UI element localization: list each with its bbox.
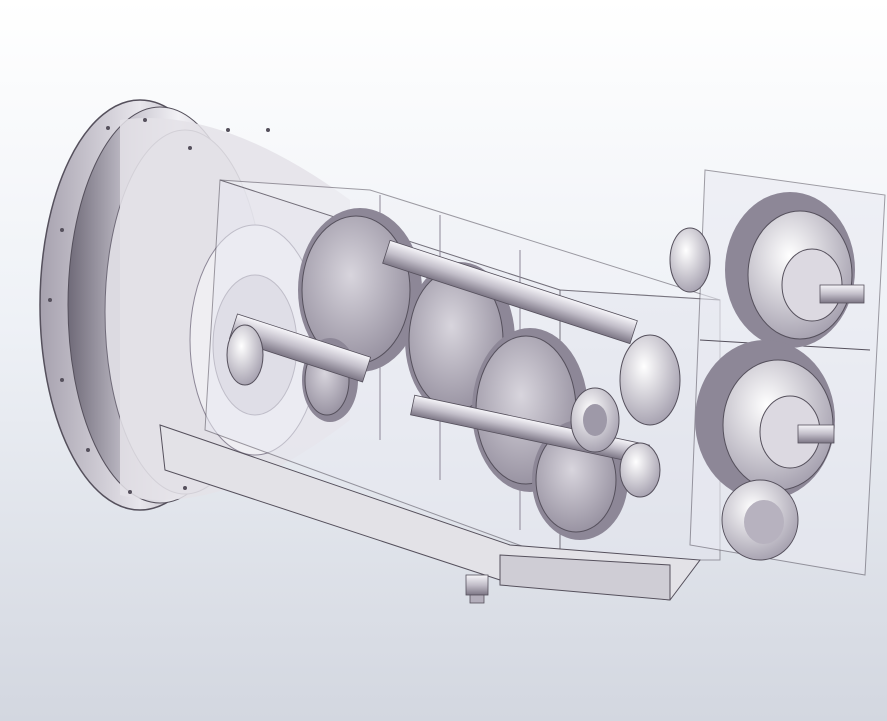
flange-hub[interactable]: [619, 334, 681, 426]
bearing-cap-1[interactable]: [570, 387, 620, 453]
output-gear-mid[interactable]: [695, 340, 835, 500]
auxiliary-motor[interactable]: [669, 227, 711, 293]
bearing-cap-2[interactable]: [619, 442, 661, 498]
gearbox-assembly-model[interactable]: [0, 0, 887, 721]
output-shaft-mid[interactable]: [797, 424, 835, 444]
output-housing[interactable]: [669, 169, 886, 576]
output-gear-bottom[interactable]: [721, 479, 799, 561]
drain-plug[interactable]: [465, 574, 489, 604]
cad-viewport[interactable]: [0, 0, 887, 721]
flywheel-hub[interactable]: [226, 324, 264, 386]
output-shaft-top[interactable]: [819, 284, 865, 304]
output-gear-top[interactable]: [725, 192, 855, 348]
